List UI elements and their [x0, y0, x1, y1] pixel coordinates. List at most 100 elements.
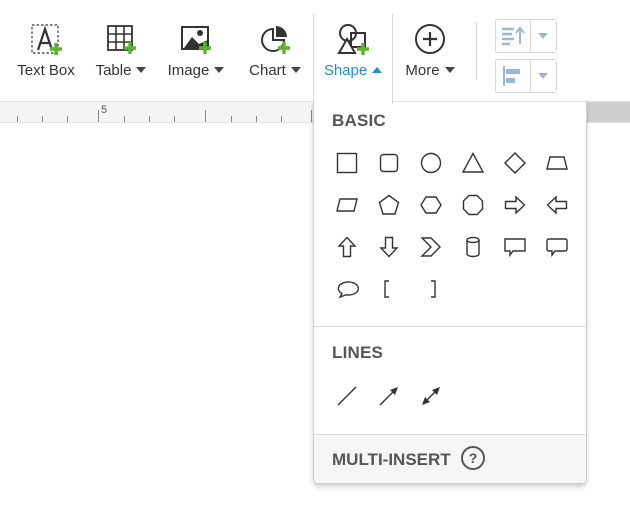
shape-octagon-button[interactable] — [458, 190, 488, 220]
ruler-tick — [231, 116, 232, 122]
align-split-button[interactable] — [495, 59, 557, 93]
text-box-button[interactable]: Text Box — [10, 18, 82, 84]
shape-trapezoid-button[interactable] — [542, 148, 572, 178]
multi-insert-label: MULTI-INSERT — [332, 450, 451, 469]
shape-label: Shape — [314, 62, 392, 79]
split-divider — [530, 20, 531, 52]
table-button[interactable]: Table — [88, 18, 154, 84]
shape-button-inner[interactable]: Shape — [314, 18, 392, 84]
ruler-tick — [256, 116, 257, 122]
table-label: Table — [88, 62, 154, 79]
split-divider — [530, 60, 531, 92]
text-box-label: Text Box — [17, 62, 75, 79]
ruler-tick — [281, 116, 282, 122]
ruler-tick — [174, 116, 175, 122]
ruler-tick — [98, 110, 99, 122]
double-arrow-line-icon — [422, 387, 440, 405]
ruler-margin — [585, 102, 630, 122]
shape-arrow-down-button[interactable] — [374, 232, 404, 262]
chevron-down-icon — [290, 67, 301, 74]
shape-diamond-button[interactable] — [500, 148, 530, 178]
chevron-down-icon[interactable] — [538, 33, 548, 39]
arrange-main[interactable] — [496, 20, 530, 52]
shape-line-button[interactable] — [332, 381, 362, 411]
bracket-left-icon — [384, 280, 389, 298]
pentagon-icon — [378, 194, 400, 215]
section-divider — [314, 326, 586, 327]
ruler-tick — [67, 116, 68, 122]
arrow-line-icon — [379, 387, 398, 406]
chevron-down-icon[interactable] — [538, 73, 548, 79]
image-label: Image — [163, 62, 229, 79]
shape-bracket-right-button[interactable] — [416, 274, 446, 304]
more-label: More — [397, 62, 463, 79]
shape-chevron-button[interactable] — [416, 232, 446, 262]
triangle-icon — [461, 152, 485, 173]
octagon-icon — [462, 194, 484, 216]
shape-parallelogram-button[interactable] — [332, 190, 362, 220]
chart-label: Chart — [242, 62, 308, 79]
shape-arrow-line-button[interactable] — [374, 381, 404, 411]
rectangle-icon — [336, 152, 358, 174]
shape-rectangle-button[interactable] — [332, 148, 362, 178]
toolbar-divider — [476, 22, 477, 80]
arrow-right-icon — [504, 195, 526, 215]
text-box-icon — [31, 24, 62, 55]
diamond-icon — [504, 152, 526, 174]
plus-circle-icon — [415, 24, 445, 54]
help-icon[interactable]: ? — [461, 446, 485, 470]
image-icon — [181, 26, 211, 54]
image-button[interactable]: Image — [163, 18, 229, 84]
chart-button[interactable]: Chart — [242, 18, 308, 84]
shape-double-arrow-line-button[interactable] — [416, 381, 446, 411]
callout-oval-icon — [337, 281, 359, 299]
chevron-icon — [420, 237, 441, 257]
align-left-icon — [503, 66, 520, 86]
align-main[interactable] — [496, 60, 530, 92]
chevron-up-icon — [372, 67, 383, 74]
shape-dropdown: BASIC LINES MULTI-INSERT ? — [313, 102, 587, 484]
chevron-down-icon — [214, 67, 225, 74]
shape-circle-button[interactable] — [416, 148, 446, 178]
arrow-left-icon — [546, 195, 568, 215]
callout-rectangle-icon — [504, 238, 526, 258]
arrow-up-icon — [337, 236, 357, 258]
chart-icon — [261, 26, 290, 54]
shape-cylinder-button[interactable] — [458, 232, 488, 262]
shape-callout-rectangle-button[interactable] — [500, 232, 530, 262]
chevron-down-icon — [444, 67, 455, 74]
more-button[interactable]: More — [397, 18, 463, 84]
shape-rounded-rectangle-button[interactable] — [374, 148, 404, 178]
shape-bracket-left-button[interactable] — [374, 274, 404, 304]
chevron-down-icon — [136, 67, 147, 74]
shape-arrow-right-button[interactable] — [500, 190, 530, 220]
ruler-number: 5 — [101, 104, 108, 116]
cylinder-icon — [466, 236, 480, 258]
circle-icon — [420, 152, 442, 174]
ruler-tick — [149, 116, 150, 122]
trapezoid-icon — [546, 156, 568, 170]
shape-hexagon-button[interactable] — [416, 190, 446, 220]
bring-forward-icon — [502, 26, 525, 46]
parallelogram-icon — [336, 198, 358, 212]
shape-arrow-up-button[interactable] — [332, 232, 362, 262]
table-icon — [107, 25, 136, 54]
line-icon — [337, 386, 357, 406]
ruler-tick — [124, 116, 125, 122]
rounded-rectangle-icon — [379, 153, 399, 173]
ruler-tick — [17, 116, 18, 122]
shape-triangle-button[interactable] — [458, 148, 488, 178]
shape-button[interactable]: Shape — [313, 14, 393, 104]
ruler-tick — [205, 110, 206, 122]
basic-section-title: BASIC — [332, 111, 386, 130]
shape-callout-oval-button[interactable] — [332, 274, 362, 304]
shape-icon — [337, 24, 369, 55]
shape-arrow-left-button[interactable] — [542, 190, 572, 220]
ruler-tick — [42, 116, 43, 122]
bracket-right-icon — [431, 280, 436, 298]
arrow-down-icon — [379, 236, 399, 258]
multi-insert-row[interactable]: MULTI-INSERT ? — [314, 435, 586, 483]
shape-pentagon-button[interactable] — [374, 190, 404, 220]
arrange-split-button[interactable] — [495, 19, 557, 53]
shape-callout-rounded-button[interactable] — [542, 232, 572, 262]
